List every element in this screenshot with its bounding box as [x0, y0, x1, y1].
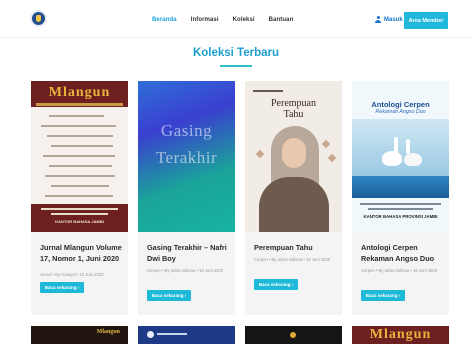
heart-icon	[255, 149, 265, 159]
cover-title-line: Terakhir	[155, 148, 218, 167]
cover-title-line: Gasing	[160, 121, 213, 140]
nav-bantuan[interactable]: Bantuan	[269, 17, 294, 23]
cover-title-line: Perempuan	[271, 98, 316, 109]
card-title[interactable]: Antologi Cerpen Rekaman Angso Duo	[361, 242, 445, 264]
nav-beranda[interactable]: Beranda	[152, 17, 177, 23]
read-now-button[interactable]: Baca sekarang ›	[40, 282, 84, 293]
cover-line	[51, 185, 109, 187]
cover-line	[47, 135, 113, 137]
cover-footer-line	[51, 213, 108, 215]
cover-publisher: KANTOR BAHASA PROVINSI JAMBI	[363, 214, 438, 219]
login-link[interactable]: Masuk	[375, 16, 403, 23]
cover-illustration-water	[352, 176, 449, 198]
cover-line	[49, 115, 104, 117]
cover-line	[41, 125, 116, 127]
nav-informasi[interactable]: Informasi	[191, 17, 219, 23]
publisher-logo-icon	[147, 331, 154, 338]
cover-line	[51, 145, 113, 147]
book-cover[interactable]: Gasing Terakhir	[138, 81, 235, 232]
cover-line	[45, 175, 115, 177]
cover-author-line	[253, 90, 283, 92]
nav-koleksi[interactable]: Koleksi	[233, 17, 255, 23]
cover-title: Gasing Terakhir	[138, 117, 235, 171]
cover-line	[43, 155, 115, 157]
site-logo-icon[interactable]	[30, 10, 47, 27]
cover-footer-line	[368, 208, 433, 210]
cover-header-line	[157, 333, 187, 335]
cover-subline	[36, 103, 123, 106]
heart-icon	[321, 139, 331, 149]
cover-title: Antologi Cerpen	[371, 100, 430, 109]
section-title: Koleksi Terbaru	[192, 47, 280, 59]
heart-icon	[327, 153, 337, 163]
book-cover-partial[interactable]	[138, 326, 235, 344]
cover-illustration-swan-neck	[406, 139, 410, 154]
book-cover-partial[interactable]	[245, 326, 342, 344]
cover-line	[49, 165, 112, 167]
card-meta: Cerpen • By anisa sofiana • 15 Juni 2020	[147, 268, 224, 273]
book-cover[interactable]: Perempuan Tahu	[245, 81, 342, 232]
book-cover[interactable]: Antologi Cerpen Rekaman Angso Duo KANTOR…	[352, 81, 449, 232]
book-cover[interactable]: Mlangun KANTOR BAHASA JAMBI	[31, 81, 128, 232]
main-nav: Beranda Informasi Koleksi Bantuan	[152, 17, 293, 23]
cover-title-line: Tahu	[283, 109, 304, 120]
member-area-button[interactable]: Area Member	[404, 12, 448, 29]
cover-footer-line	[41, 208, 118, 210]
collection-card[interactable]: Gasing Terakhir Gasing Terakhir – Nafri …	[138, 81, 235, 315]
cover-line	[45, 195, 113, 197]
cover-illustration-body	[259, 177, 329, 232]
card-meta: Cerpen • By anisa sofiana • 15 Juni 2020	[254, 257, 331, 262]
card-title[interactable]: Jurnal Mlangun Volume 17, Nomor 1, Juni …	[40, 242, 124, 264]
cover-subtitle: Rekaman Angso Duo	[375, 109, 426, 115]
card-title[interactable]: Gasing Terakhir – Nafri Dwi Boy	[147, 242, 231, 264]
cover-illustration-swan	[382, 151, 402, 166]
cover-masthead: Mlangun	[369, 327, 432, 342]
card-meta: Jurnal • By ricaayal • 15 Juni 2020	[40, 272, 104, 277]
cover-emblem-icon	[290, 332, 296, 338]
cover-illustration-face	[282, 138, 306, 168]
book-cover-partial[interactable]: Mlangun	[31, 326, 128, 344]
cover-footer-line	[360, 203, 441, 205]
book-cover-partial[interactable]: Mlangun	[352, 326, 449, 344]
title-underline	[220, 65, 252, 67]
card-title[interactable]: Perempuan Tahu	[254, 242, 338, 253]
card-meta: Cerpen • By anisa sofiana • 15 Juni 2020	[361, 268, 438, 273]
read-now-button[interactable]: Baca sekarang ›	[147, 290, 191, 301]
collection-card[interactable]: Mlangun KANTOR BAHASA JAMBI Jurnal Mlang…	[31, 81, 128, 315]
cover-publisher: KANTOR BAHASA JAMBI	[55, 219, 104, 224]
collection-card[interactable]: Perempuan Tahu Perempuan Tahu Cerpen • B…	[245, 81, 342, 315]
read-now-button[interactable]: Baca sekarang ›	[361, 290, 405, 301]
cover-masthead: Mlangun	[48, 85, 111, 100]
login-label: Masuk	[384, 16, 403, 23]
collection-card[interactable]: Antologi Cerpen Rekaman Angso Duo KANTOR…	[352, 81, 449, 315]
cover-title: Perempuan Tahu	[245, 98, 342, 120]
cover-illustration-swan	[404, 153, 422, 166]
user-icon	[375, 16, 381, 23]
cover-masthead: Mlangun	[96, 329, 120, 335]
read-now-button[interactable]: Baca sekarang ›	[254, 279, 298, 290]
site-header: Beranda Informasi Koleksi Bantuan Masuk …	[0, 0, 472, 38]
